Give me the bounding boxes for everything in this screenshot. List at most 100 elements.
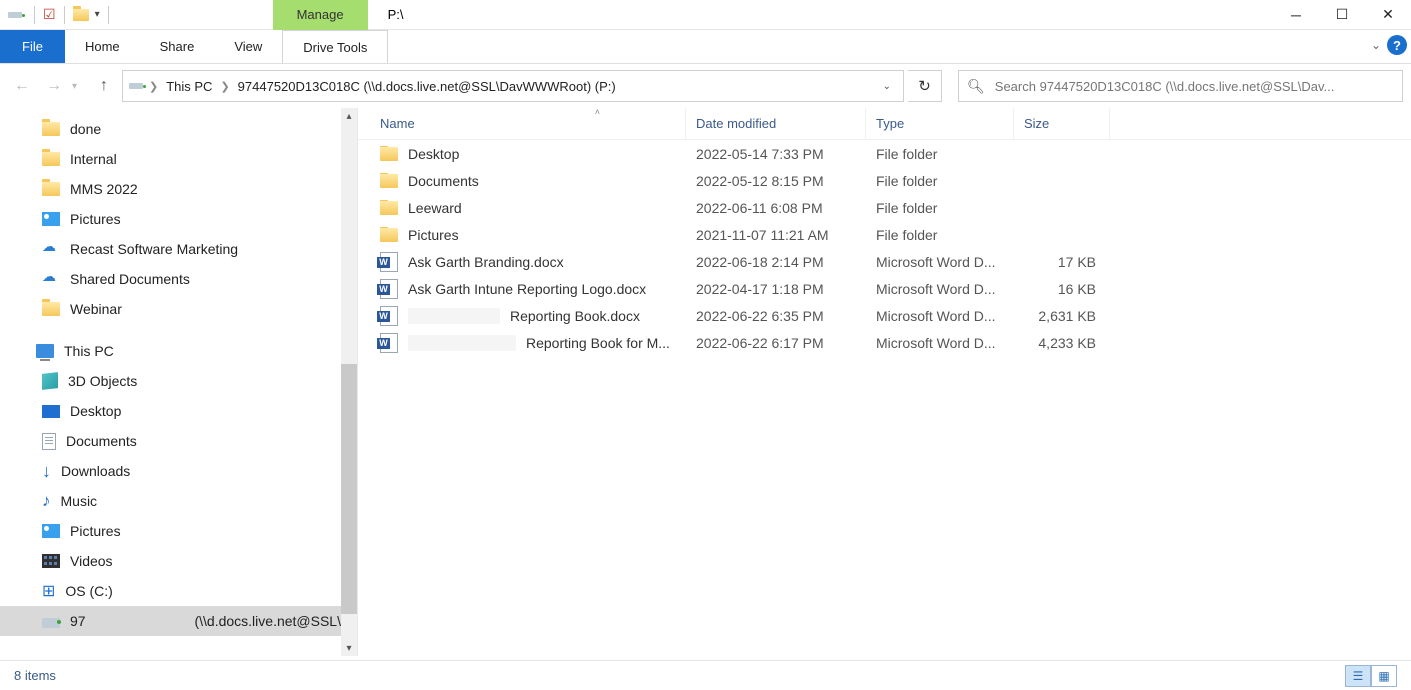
file-type: File folder [866,146,1014,162]
file-name: Desktop [408,146,459,162]
up-button[interactable]: ↑ [90,72,118,100]
address-dropdown-icon[interactable]: ⌄ [875,81,899,92]
tab-home[interactable]: Home [65,30,140,63]
qat-dropdown-icon[interactable]: ▾ [95,9,100,20]
folder-icon[interactable] [73,9,89,21]
column-size[interactable]: Size [1014,108,1110,139]
folder-icon [380,147,398,161]
file-row[interactable]: Documents2022-05-12 8:15 PMFile folder [358,167,1411,194]
tab-drive-tools[interactable]: Drive Tools [282,30,388,63]
file-row[interactable]: Reporting Book for M... 2022-06-22 6:17 P… [358,329,1411,356]
history-dropdown-icon[interactable]: ▾ [72,81,86,92]
forward-button[interactable]: → [40,72,68,100]
video-icon [42,554,60,568]
music-icon [42,491,51,511]
properties-icon[interactable]: ☑ [43,6,56,23]
sort-indicator-icon: ˄ [595,107,600,117]
file-type: Microsoft Word D... [866,281,1014,297]
tree-item[interactable]: MMS 2022 [0,174,357,204]
file-type: File folder [866,200,1014,216]
tree-item[interactable]: OS (C:) [0,576,357,606]
tree-item[interactable]: done [0,114,357,144]
navigation-tree[interactable]: done Internal MMS 2022 Pictures Recast S… [0,108,358,656]
tree-item[interactable]: Webinar [0,294,357,324]
tree-label: 97 (\\d.docs.live.net@SSL\ [70,613,341,629]
tree-label: Music [61,493,98,509]
file-row[interactable]: Reporting Book.docx2022-06-22 6:35 PMMic… [358,302,1411,329]
tree-item-this-pc[interactable]: This PC [0,336,357,366]
file-name: Reporting Book.docx [510,308,640,324]
folder-icon [380,228,398,242]
scrollbar-thumb[interactable] [341,364,357,614]
scroll-down-icon[interactable]: ▾ [341,640,357,656]
tab-file[interactable]: File [0,30,65,63]
column-date[interactable]: Date modified [686,108,866,139]
title-bar: ☑ ▾ Manage P:\ ─ ☐ ✕ [0,0,1411,30]
file-type: Microsoft Word D... [866,335,1014,351]
tab-view[interactable]: View [214,30,282,63]
file-date: 2022-05-14 7:33 PM [686,146,866,162]
refresh-button[interactable]: ↻ [908,70,942,102]
file-row[interactable]: Desktop 2022-05-14 7:33 PMFile folder [358,140,1411,167]
status-bar: 8 items ☰ ▦ [0,660,1411,690]
tree-item[interactable]: Desktop [0,396,357,426]
maximize-button[interactable]: ☐ [1319,0,1365,30]
help-icon[interactable]: ? [1387,35,1407,55]
pc-icon [36,344,54,358]
window-title: P:\ [368,7,404,22]
file-row[interactable]: Leeward2022-06-11 6:08 PMFile folder [358,194,1411,221]
file-row[interactable]: Ask Garth Intune Reporting Logo.docx2022… [358,275,1411,302]
os-drive-icon [42,581,55,601]
tree-label: OS (C:) [65,583,112,599]
breadcrumb-root[interactable]: This PC [160,79,218,94]
tree-item-selected[interactable]: 97 (\\d.docs.live.net@SSL\ [0,606,357,636]
tree-label: MMS 2022 [70,181,138,197]
tree-item[interactable]: Pictures [0,516,357,546]
word-doc-icon [380,252,398,272]
address-bar[interactable]: ❯ This PC ❯ 97447520D13C018C (\\d.docs.l… [122,70,904,102]
back-button[interactable]: ← [8,72,36,100]
chevron-right-icon[interactable]: ❯ [218,80,231,93]
chevron-right-icon[interactable]: ❯ [147,80,160,93]
column-name[interactable]: Name˄ [358,108,686,139]
tree-label: done [70,121,101,137]
cloud-icon [42,242,60,256]
tree-item[interactable]: Recast Software Marketing [0,234,357,264]
ribbon-collapse-icon[interactable]: ⌄ [1371,38,1381,52]
tree-item[interactable]: 3D Objects [0,366,357,396]
folder-icon [42,182,60,196]
search-box[interactable]: 🔍︎ Search 97447520D13C018C (\\d.docs.liv… [958,70,1403,102]
file-row[interactable]: Pictures2021-11-07 11:21 AMFile folder [358,221,1411,248]
tree-item[interactable]: Videos [0,546,357,576]
tree-label: Internal [70,151,117,167]
file-date: 2022-06-18 2:14 PM [686,254,866,270]
word-doc-icon [380,306,398,326]
pictures-icon [42,212,60,226]
tree-label: Videos [70,553,113,569]
tree-label: Documents [66,433,137,449]
file-date: 2022-06-22 6:17 PM [686,335,866,351]
tree-item[interactable]: Internal [0,144,357,174]
main-pane: done Internal MMS 2022 Pictures Recast S… [0,108,1411,656]
file-date: 2022-04-17 1:18 PM [686,281,866,297]
file-date: 2022-05-12 8:15 PM [686,173,866,189]
close-button[interactable]: ✕ [1365,0,1411,30]
contextual-tab-manage[interactable]: Manage [273,0,368,30]
details-view-button[interactable]: ☰ [1345,665,1371,687]
scroll-up-icon[interactable]: ▴ [341,108,357,124]
column-type[interactable]: Type [866,108,1014,139]
tree-item[interactable]: Documents [0,426,357,456]
breadcrumb-current[interactable]: 97447520D13C018C (\\d.docs.live.net@SSL\… [232,79,622,94]
tree-item[interactable]: Downloads [0,456,357,486]
minimize-button[interactable]: ─ [1273,0,1319,30]
file-list[interactable]: Name˄ Date modified Type Size Desktop 202… [358,108,1411,656]
file-name: Reporting Book for M... [526,335,670,351]
tab-share[interactable]: Share [140,30,215,63]
tree-item[interactable]: Music [0,486,357,516]
divider [64,6,65,24]
thumbnails-view-button[interactable]: ▦ [1371,665,1397,687]
tree-item[interactable]: Pictures [0,204,357,234]
tree-item[interactable]: Shared Documents [0,264,357,294]
file-row[interactable]: Ask Garth Branding.docx2022-06-18 2:14 P… [358,248,1411,275]
file-date: 2022-06-22 6:35 PM [686,308,866,324]
